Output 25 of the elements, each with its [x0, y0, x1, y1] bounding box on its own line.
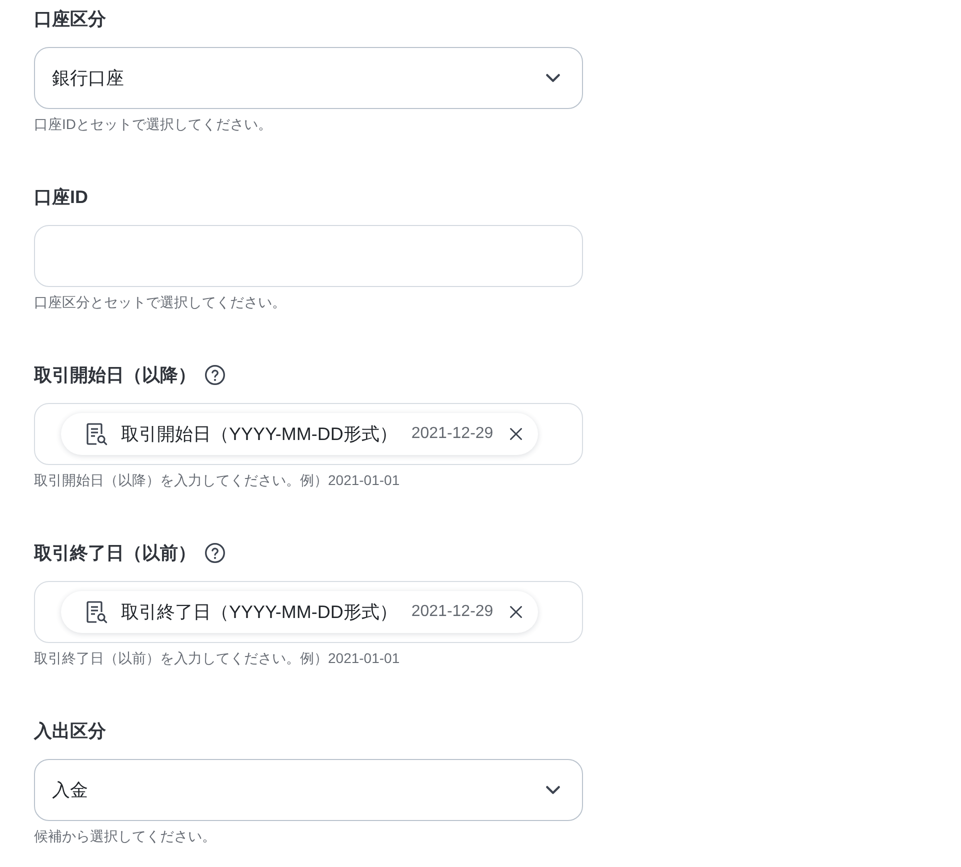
- input-field[interactable]: 取引終了日（YYYY-MM-DD形式） 2021-12-29: [34, 581, 583, 643]
- hint-text: 口座IDとセットで選択してください。: [34, 115, 273, 134]
- dropdown-select[interactable]: 入金: [34, 759, 583, 821]
- hint-text: 取引終了日（以前）を入力してください。例）2021-01-01: [34, 649, 401, 668]
- field-label: 取引終了日（以前）: [34, 542, 196, 565]
- hint-text: 口座区分とセットで選択してください。: [34, 293, 287, 312]
- chip-label: 取引終了日（YYYY-MM-DD形式）: [121, 601, 398, 624]
- field-label: 入出区分: [34, 720, 106, 743]
- field-label: 取引開始日（以降）: [34, 364, 196, 387]
- dropdown-select[interactable]: 銀行口座: [34, 47, 583, 109]
- input-field[interactable]: [34, 225, 583, 287]
- chip-value: 2021-12-29: [411, 425, 494, 443]
- chip-value: 2021-12-29: [411, 603, 494, 621]
- help-icon[interactable]: [204, 364, 226, 386]
- field-label: 口座区分: [34, 8, 106, 31]
- input-field[interactable]: 取引開始日（YYYY-MM-DD形式） 2021-12-29: [34, 403, 583, 465]
- help-icon[interactable]: [204, 542, 226, 564]
- variable-chip[interactable]: 取引終了日（YYYY-MM-DD形式） 2021-12-29: [61, 591, 538, 633]
- hint-text: 取引開始日（以降）を入力してください。例）2021-01-01: [34, 471, 401, 490]
- variable-chip[interactable]: 取引開始日（YYYY-MM-DD形式） 2021-12-29: [61, 413, 538, 455]
- hint-text: 候補から選択してください。: [34, 827, 217, 846]
- document-search-icon: [84, 600, 108, 624]
- document-search-icon: [84, 422, 108, 446]
- field-label: 口座ID: [34, 186, 88, 209]
- chip-label: 取引開始日（YYYY-MM-DD形式）: [121, 423, 398, 446]
